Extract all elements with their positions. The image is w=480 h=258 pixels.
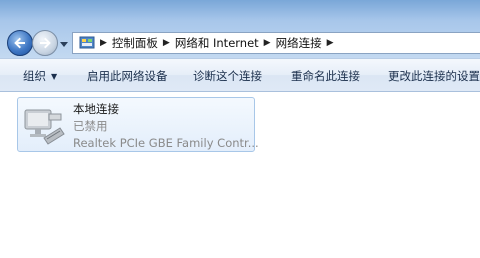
connection-name: 本地连接 bbox=[73, 102, 119, 116]
chevron-down-icon[interactable] bbox=[60, 40, 68, 48]
chevron-right-icon[interactable]: ▶ bbox=[327, 38, 334, 48]
control-panel-icon bbox=[79, 36, 95, 49]
address-bar[interactable]: ▶ 控制面板 ▶ 网络和 Internet ▶ 网络连接 ▶ bbox=[72, 32, 480, 54]
chevron-right-icon[interactable]: ▶ bbox=[100, 38, 107, 48]
breadcrumb-control-panel[interactable]: 控制面板 bbox=[112, 35, 158, 51]
breadcrumb-network-connections[interactable]: 网络连接 bbox=[276, 35, 322, 51]
forward-button[interactable] bbox=[32, 30, 58, 56]
forward-arrow-icon bbox=[40, 37, 51, 49]
window-header: ▶ 控制面板 ▶ 网络和 Internet ▶ 网络连接 ▶ bbox=[0, 0, 480, 58]
chevron-right-icon[interactable]: ▶ bbox=[163, 38, 170, 48]
organize-button[interactable]: 组织 ▼ bbox=[23, 68, 57, 84]
enable-device-button[interactable]: 启用此网络设备 bbox=[87, 68, 168, 84]
connections-list: 本地连接 已禁用 Realtek PCIe GBE Family Contr..… bbox=[0, 92, 480, 258]
back-button[interactable] bbox=[7, 30, 33, 56]
breadcrumb-network-internet[interactable]: 网络和 Internet bbox=[175, 35, 259, 51]
command-bar: 组织 ▼ 启用此网络设备 诊断这个连接 重命名此连接 更改此连接的设置 bbox=[0, 58, 480, 92]
back-arrow-icon bbox=[14, 37, 25, 49]
change-settings-button[interactable]: 更改此连接的设置 bbox=[388, 68, 480, 84]
connection-status: 已禁用 bbox=[73, 119, 108, 133]
diagnose-button[interactable]: 诊断这个连接 bbox=[193, 68, 262, 84]
network-adapter-disabled-icon bbox=[24, 109, 65, 145]
organize-label: 组织 bbox=[23, 69, 46, 83]
list-item-local-connection[interactable]: 本地连接 已禁用 Realtek PCIe GBE Family Contr..… bbox=[17, 97, 259, 152]
connection-device: Realtek PCIe GBE Family Contr... bbox=[73, 136, 259, 150]
rename-button[interactable]: 重命名此连接 bbox=[291, 68, 360, 84]
chevron-down-icon: ▼ bbox=[51, 72, 58, 81]
chevron-right-icon[interactable]: ▶ bbox=[264, 38, 271, 48]
